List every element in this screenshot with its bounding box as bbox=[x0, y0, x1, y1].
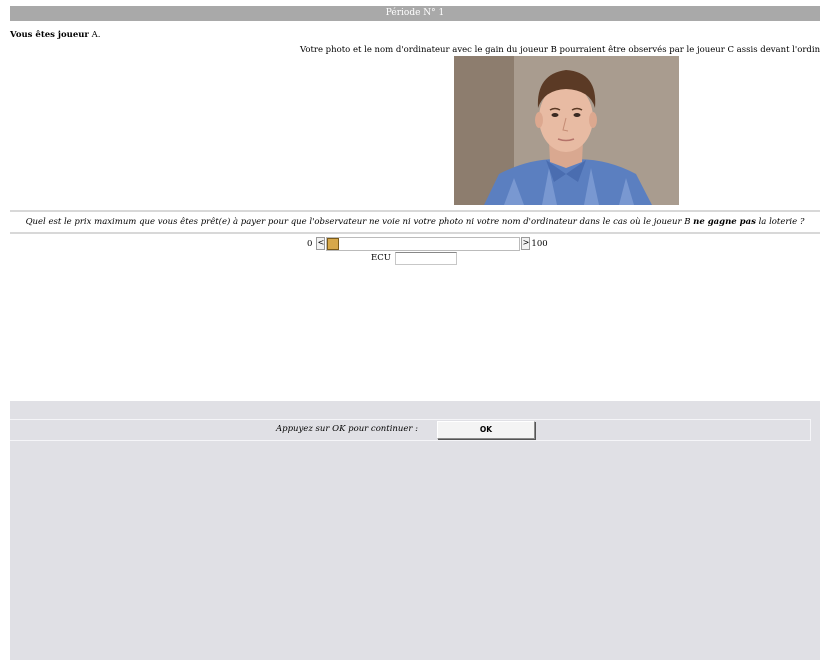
ok-button[interactable]: OK bbox=[437, 421, 535, 439]
continue-row: Appuyez sur OK pour continuer : OK bbox=[10, 419, 811, 441]
price-slider: 0 < > 100 bbox=[307, 236, 548, 251]
slider-min-label: 0 bbox=[307, 238, 313, 249]
ecu-input[interactable] bbox=[394, 251, 457, 265]
footer-panel: Appuyez sur OK pour continuer : OK bbox=[10, 401, 820, 660]
player-role-text: Vous êtes joueur A. bbox=[10, 30, 100, 40]
slider-max-label: 100 bbox=[531, 238, 548, 249]
period-header: Période N° 1 bbox=[10, 6, 820, 21]
question-emphasis: ne gagne pas bbox=[693, 217, 756, 227]
slider-increment-button[interactable]: > bbox=[521, 237, 531, 250]
player-letter: A. bbox=[88, 30, 101, 40]
question-text: Quel est le prix maximum que vous êtes p… bbox=[25, 217, 694, 227]
observation-notice: Votre photo et le nom d'ordinateur avec … bbox=[300, 45, 820, 55]
ecu-label: ECU bbox=[371, 253, 391, 263]
player-label: Vous êtes joueur bbox=[10, 30, 89, 40]
slider-thumb[interactable] bbox=[327, 237, 340, 250]
slider-track[interactable] bbox=[326, 236, 521, 251]
continue-label: Appuyez sur OK pour continuer : bbox=[276, 424, 419, 434]
slider-decrement-button[interactable]: < bbox=[316, 237, 326, 250]
ecu-field-row: ECU bbox=[371, 251, 457, 265]
player-photo bbox=[454, 56, 679, 205]
question-end: la loterie ? bbox=[755, 217, 805, 227]
max-price-question: Quel est le prix maximum que vous êtes p… bbox=[10, 210, 820, 234]
period-title: Période N° 1 bbox=[385, 8, 445, 18]
